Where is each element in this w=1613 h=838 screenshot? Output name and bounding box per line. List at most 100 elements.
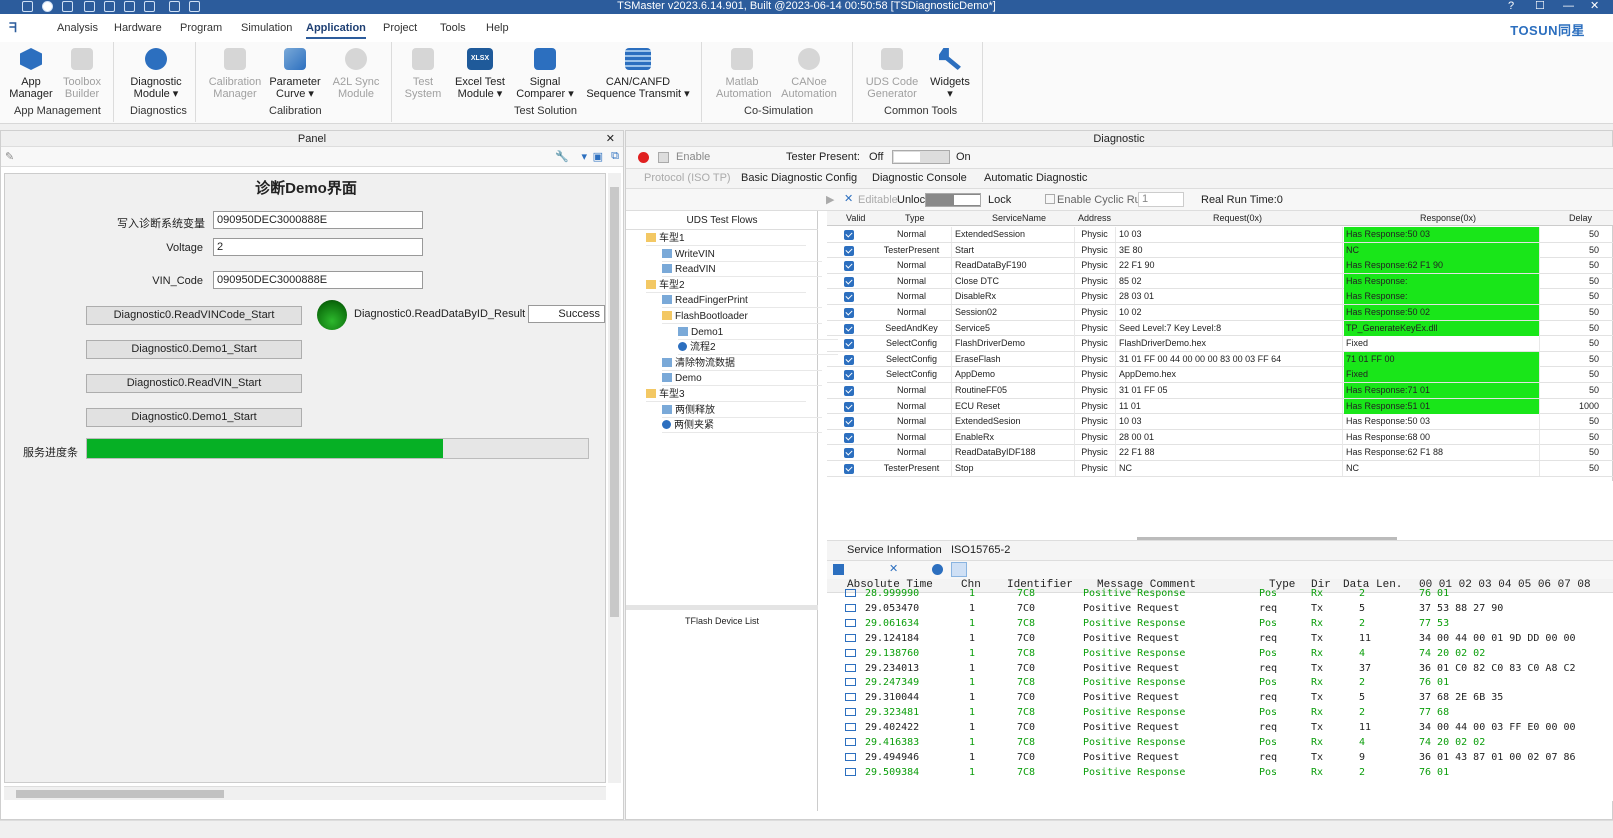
cell-service[interactable]: Stop — [953, 461, 1075, 476]
cell-address[interactable]: Physic — [1074, 429, 1116, 445]
clear-icon[interactable]: ✕ — [889, 562, 898, 575]
table-row[interactable]: SeedAndKey Service5 Physic Seed Level:7 Key… — [827, 320, 1613, 337]
stop-icon[interactable] — [638, 152, 649, 163]
tab-service-information[interactable]: Service Information — [847, 544, 942, 556]
tree-node[interactable]: 两侧释放 — [662, 403, 822, 418]
vin-code-field[interactable]: 090950DEC3000888E — [213, 271, 423, 289]
valid-checkbox[interactable] — [844, 261, 854, 272]
uds-code-generator-button[interactable]: UDS Code Generator — [864, 46, 920, 100]
cell-type[interactable]: Normal — [872, 227, 952, 242]
popout-icon[interactable]: ⧉ — [611, 150, 619, 163]
table-row[interactable]: TesterPresent Start Physic 3E 80 NC 50 — [827, 242, 1613, 259]
cell-address[interactable]: Physic — [1074, 461, 1116, 476]
trace-row[interactable]: 29.416383 1 7C8 Positive Response Pos Rx 4 74 2… — [827, 735, 1613, 750]
wrench-icon[interactable]: 🔧 — [555, 150, 569, 163]
cell-response[interactable]: NC — [1344, 461, 1540, 476]
help-button[interactable]: ? — [1508, 0, 1514, 13]
cell-response[interactable]: Has Response:71 01 — [1344, 383, 1540, 398]
cell-type[interactable]: Normal — [872, 383, 952, 398]
cell-request[interactable]: 31 01 FF 00 44 00 00 00 83 00 03 FF 64 — [1117, 351, 1343, 367]
valid-checkbox[interactable] — [844, 245, 854, 256]
menu-application[interactable]: Application — [306, 22, 366, 39]
table-row[interactable]: SelectConfig AppDemo Physic AppDemo.hex Fixe… — [827, 367, 1613, 383]
cell-service[interactable]: Service5 — [953, 320, 1075, 336]
tree-node[interactable]: WriteVIN — [662, 247, 822, 262]
trace-row[interactable]: 29.138760 1 7C8 Positive Response Pos Rx 4 74 2… — [827, 646, 1613, 661]
cell-type[interactable]: Normal — [872, 273, 952, 289]
cell-response[interactable]: Has Response:68 00 — [1344, 429, 1540, 445]
valid-checkbox[interactable] — [844, 432, 854, 443]
cell-request[interactable]: 31 01 FF 05 — [1117, 383, 1343, 398]
trace-row[interactable]: 29.509384 1 7C8 Positive Response Pos Rx 2 76 0… — [827, 765, 1613, 780]
cell-service[interactable]: ExtendedSession — [953, 227, 1075, 242]
cell-delay[interactable]: 50 — [1541, 461, 1613, 476]
cell-response[interactable]: Has Response: — [1344, 273, 1540, 289]
cell-address[interactable]: Physic — [1074, 305, 1116, 320]
trace-row[interactable]: 29.061634 1 7C8 Positive Response Pos Rx 2 77 5… — [827, 616, 1613, 631]
tab-iso15765[interactable]: ISO15765-2 — [951, 544, 1010, 556]
menu-analysis[interactable]: Analysis — [57, 22, 98, 34]
cell-request[interactable]: AppDemo.hex — [1117, 367, 1343, 383]
valid-checkbox[interactable] — [844, 323, 854, 334]
cell-request[interactable]: FlashDriverDemo.hex — [1117, 336, 1343, 352]
menu-hardware[interactable]: Hardware — [114, 22, 162, 34]
close-icon[interactable]: ✕ — [606, 131, 615, 147]
cell-address[interactable]: Physic — [1074, 273, 1116, 289]
close-button[interactable]: ✕ — [1590, 0, 1599, 13]
cell-request[interactable]: Seed Level:7 Key Level:8 — [1117, 320, 1343, 336]
cell-service[interactable]: ExtendedSesion — [953, 414, 1075, 430]
play-icon[interactable]: ▶ — [826, 193, 834, 206]
table-row[interactable]: Normal EnableRx Physic 28 00 01 Has Response… — [827, 429, 1613, 446]
cell-response[interactable]: Has Response:50 03 — [1344, 414, 1540, 430]
grid-splitter[interactable] — [1137, 537, 1397, 540]
valid-checkbox[interactable] — [844, 464, 854, 474]
valid-checkbox[interactable] — [844, 230, 854, 240]
table-row[interactable]: Normal RoutineFF05 Physic 31 01 FF 05 Has Re… — [827, 383, 1613, 399]
cell-service[interactable]: DisableRx — [953, 289, 1075, 305]
cell-request[interactable]: 11 01 — [1117, 398, 1343, 414]
can-canfd-sequence-button[interactable]: CAN/CANFD Sequence Transmit ▾ — [585, 46, 691, 100]
tree-node[interactable]: 两侧夹紧 — [662, 418, 822, 434]
cell-type[interactable]: Normal — [872, 258, 952, 274]
col-service-name[interactable]: ServiceName — [992, 213, 1046, 223]
cell-service[interactable]: RoutineFF05 — [953, 383, 1075, 398]
menu-tools[interactable]: Tools — [440, 22, 466, 34]
cell-address[interactable]: Physic — [1074, 383, 1116, 398]
cell-request[interactable]: 22 F1 88 — [1117, 445, 1343, 461]
cell-response[interactable]: Has Response:50 03 — [1344, 227, 1540, 242]
cell-response[interactable]: Fixed — [1344, 367, 1540, 383]
app-logo[interactable]: ᖷ — [9, 20, 17, 36]
demo1-start-button[interactable]: Diagnostic0.Demo1_Start — [86, 340, 302, 359]
a2l-sync-button[interactable]: A2L Sync Module — [328, 46, 384, 100]
tab-protocol[interactable]: Protocol (ISO TP) — [644, 172, 731, 184]
valid-checkbox[interactable] — [844, 417, 854, 428]
trace-row[interactable]: 29.323481 1 7C8 Positive Response Pos Rx 2 77 6… — [827, 705, 1613, 720]
menu-program[interactable]: Program — [180, 22, 222, 34]
cell-address[interactable]: Physic — [1074, 398, 1116, 414]
cell-service[interactable]: ECU Reset — [953, 398, 1075, 414]
cell-address[interactable]: Physic — [1074, 258, 1116, 274]
valid-checkbox[interactable] — [844, 276, 854, 287]
cell-address[interactable]: Physic — [1074, 336, 1116, 352]
col-type[interactable]: Type — [905, 213, 925, 223]
cell-service[interactable]: EnableRx — [953, 429, 1075, 445]
cell-service[interactable]: ReadDataByIDF188 — [953, 445, 1075, 461]
cell-delay[interactable]: 50 — [1541, 367, 1613, 382]
cell-type[interactable]: Normal — [872, 305, 952, 320]
cell-address[interactable]: Physic — [1074, 289, 1116, 305]
valid-checkbox[interactable] — [844, 308, 854, 318]
cell-type[interactable]: TesterPresent — [872, 461, 952, 476]
cell-delay[interactable]: 50 — [1541, 430, 1613, 445]
tree-node[interactable]: ReadFingerPrint — [662, 293, 822, 309]
minimize-button[interactable]: — — [1563, 0, 1574, 13]
tree-node[interactable]: 车型2 — [646, 278, 806, 293]
valid-checkbox[interactable] — [844, 448, 854, 459]
table-row[interactable]: Normal Session02 Physic 10 02 Has Response:5… — [827, 305, 1613, 321]
matlab-automation-button[interactable]: Matlab Automation — [716, 46, 772, 100]
cell-request[interactable]: 10 03 — [1117, 227, 1343, 242]
excel-test-module-button[interactable]: XLSX Excel Test Module ▾ — [452, 46, 508, 100]
cell-delay[interactable]: 50 — [1541, 289, 1613, 304]
lock-toggle[interactable] — [925, 193, 981, 207]
cell-response[interactable]: Has Response:51 01 — [1344, 398, 1540, 414]
cell-type[interactable]: Normal — [872, 414, 952, 430]
